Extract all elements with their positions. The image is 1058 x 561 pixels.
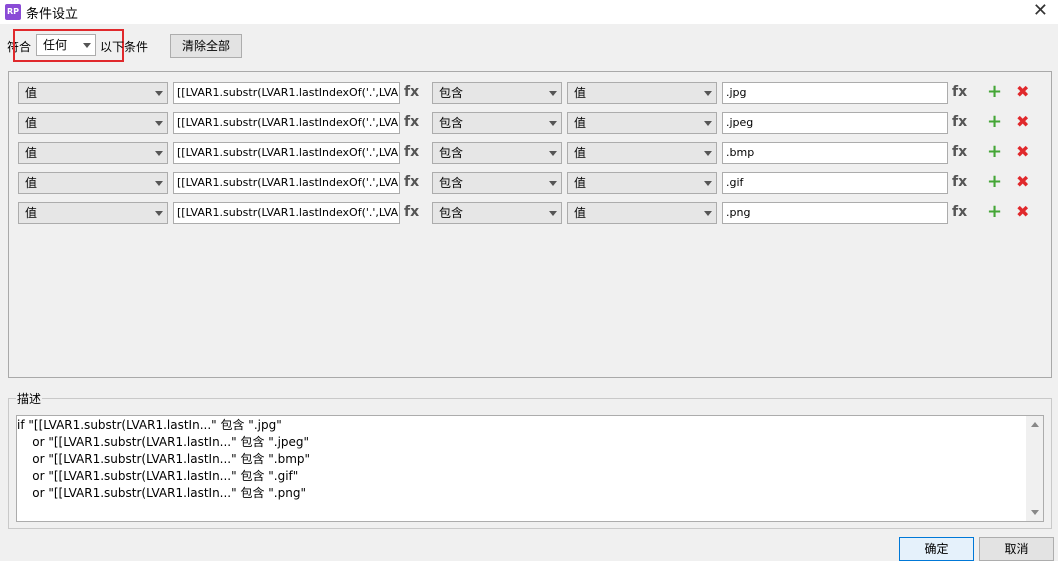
delete-condition-icon[interactable]: ✖ (1016, 172, 1029, 191)
operator-select[interactable]: 包含 (432, 142, 562, 164)
operator-value: 包含 (439, 146, 464, 160)
chevron-down-icon (549, 91, 557, 96)
condition-expression-field[interactable]: [[LVAR1.substr(LVAR1.lastIndexOf('.',LVA… (173, 172, 400, 194)
value-type-select[interactable]: 值 (567, 112, 717, 134)
fx-icon[interactable]: fx (952, 174, 967, 190)
value-type-value: 值 (574, 206, 587, 220)
add-condition-icon[interactable]: + (987, 141, 1002, 162)
scroll-up-icon[interactable] (1031, 422, 1039, 427)
condition-value-field[interactable]: .jpeg (722, 112, 948, 134)
value-type-value: 值 (574, 176, 587, 190)
condition-expression-field[interactable]: [[LVAR1.substr(LVAR1.lastIndexOf('.',LVA… (173, 202, 400, 224)
window-title: 条件设立 (26, 7, 79, 22)
condition-value-field[interactable]: .jpg (722, 82, 948, 104)
chevron-down-icon (549, 211, 557, 216)
condition-type-select[interactable]: 值 (18, 142, 168, 164)
operator-select[interactable]: 包含 (432, 202, 562, 224)
condition-type-value: 值 (25, 206, 38, 220)
chevron-down-icon (704, 151, 712, 156)
value-type-value: 值 (574, 146, 587, 160)
chevron-down-icon (549, 151, 557, 156)
operator-select[interactable]: 包含 (432, 82, 562, 104)
description-scrollbar[interactable] (1026, 416, 1043, 521)
description-line: or "[[LVAR1.substr(LVAR1.lastIn..." 包含 "… (17, 452, 311, 466)
delete-condition-icon[interactable]: ✖ (1016, 82, 1029, 101)
condition-expression-field[interactable]: [[LVAR1.substr(LVAR1.lastIndexOf('.',LVA… (173, 142, 400, 164)
chevron-down-icon (155, 121, 163, 126)
operator-select[interactable]: 包含 (432, 172, 562, 194)
fx-icon[interactable]: fx (404, 204, 419, 220)
app-icon: RP (5, 4, 21, 20)
add-condition-icon[interactable]: + (987, 201, 1002, 222)
chevron-down-icon (549, 121, 557, 126)
delete-condition-icon[interactable]: ✖ (1016, 112, 1029, 131)
description-line: or "[[LVAR1.substr(LVAR1.lastIn..." 包含 "… (17, 469, 299, 483)
value-type-select[interactable]: 值 (567, 172, 717, 194)
clear-all-button[interactable]: 清除全部 (170, 34, 242, 58)
description-textarea[interactable]: if "[[LVAR1.substr(LVAR1.lastIn..." 包含 "… (16, 415, 1044, 522)
close-icon[interactable]: ✕ (1033, 0, 1048, 21)
add-condition-icon[interactable]: + (987, 81, 1002, 102)
add-condition-icon[interactable]: + (987, 171, 1002, 192)
condition-value-field[interactable]: .png (722, 202, 948, 224)
operator-value: 包含 (439, 116, 464, 130)
value-type-value: 值 (574, 86, 587, 100)
chevron-down-icon (155, 91, 163, 96)
add-condition-icon[interactable]: + (987, 111, 1002, 132)
scroll-down-icon[interactable] (1031, 510, 1039, 515)
value-type-value: 值 (574, 116, 587, 130)
fx-icon[interactable]: fx (404, 84, 419, 100)
ok-button[interactable]: 确定 (899, 537, 974, 561)
description-line: or "[[LVAR1.substr(LVAR1.lastIn..." 包含 "… (17, 435, 310, 449)
fx-icon[interactable]: fx (952, 84, 967, 100)
fx-icon[interactable]: fx (952, 144, 967, 160)
operator-value: 包含 (439, 86, 464, 100)
chevron-down-icon (155, 151, 163, 156)
title-bar: RP 条件设立 ✕ (0, 0, 1058, 24)
condition-type-value: 值 (25, 116, 38, 130)
condition-type-select[interactable]: 值 (18, 202, 168, 224)
condition-expression-field[interactable]: [[LVAR1.substr(LVAR1.lastIndexOf('.',LVA… (173, 112, 400, 134)
cancel-button[interactable]: 取消 (979, 537, 1054, 561)
condition-type-select[interactable]: 值 (18, 172, 168, 194)
chevron-down-icon (155, 181, 163, 186)
match-suffix-label: 以下条件 (100, 40, 149, 54)
condition-type-value: 值 (25, 146, 38, 160)
condition-expression-field[interactable]: [[LVAR1.substr(LVAR1.lastIndexOf('.',LVA… (173, 82, 400, 104)
chevron-down-icon (704, 91, 712, 96)
condition-type-value: 值 (25, 176, 38, 190)
condition-type-select[interactable]: 值 (18, 82, 168, 104)
value-type-select[interactable]: 值 (567, 82, 717, 104)
chevron-down-icon (155, 211, 163, 216)
operator-value: 包含 (439, 176, 464, 190)
value-type-select[interactable]: 值 (567, 142, 717, 164)
fx-icon[interactable]: fx (404, 144, 419, 160)
description-line: if "[[LVAR1.substr(LVAR1.lastIn..." 包含 "… (17, 418, 282, 432)
condition-type-value: 值 (25, 86, 38, 100)
fx-icon[interactable]: fx (952, 204, 967, 220)
description-line: or "[[LVAR1.substr(LVAR1.lastIn..." 包含 "… (17, 486, 306, 500)
fx-icon[interactable]: fx (404, 114, 419, 130)
condition-value-field[interactable]: .gif (722, 172, 948, 194)
chevron-down-icon (704, 181, 712, 186)
condition-type-select[interactable]: 值 (18, 112, 168, 134)
chevron-down-icon (704, 121, 712, 126)
delete-condition-icon[interactable]: ✖ (1016, 142, 1029, 161)
value-type-select[interactable]: 值 (567, 202, 717, 224)
fx-icon[interactable]: fx (404, 174, 419, 190)
description-label: 描述 (16, 390, 43, 407)
delete-condition-icon[interactable]: ✖ (1016, 202, 1029, 221)
fx-icon[interactable]: fx (952, 114, 967, 130)
chevron-down-icon (704, 211, 712, 216)
condition-value-field[interactable]: .bmp (722, 142, 948, 164)
operator-select[interactable]: 包含 (432, 112, 562, 134)
chevron-down-icon (549, 181, 557, 186)
operator-value: 包含 (439, 206, 464, 220)
